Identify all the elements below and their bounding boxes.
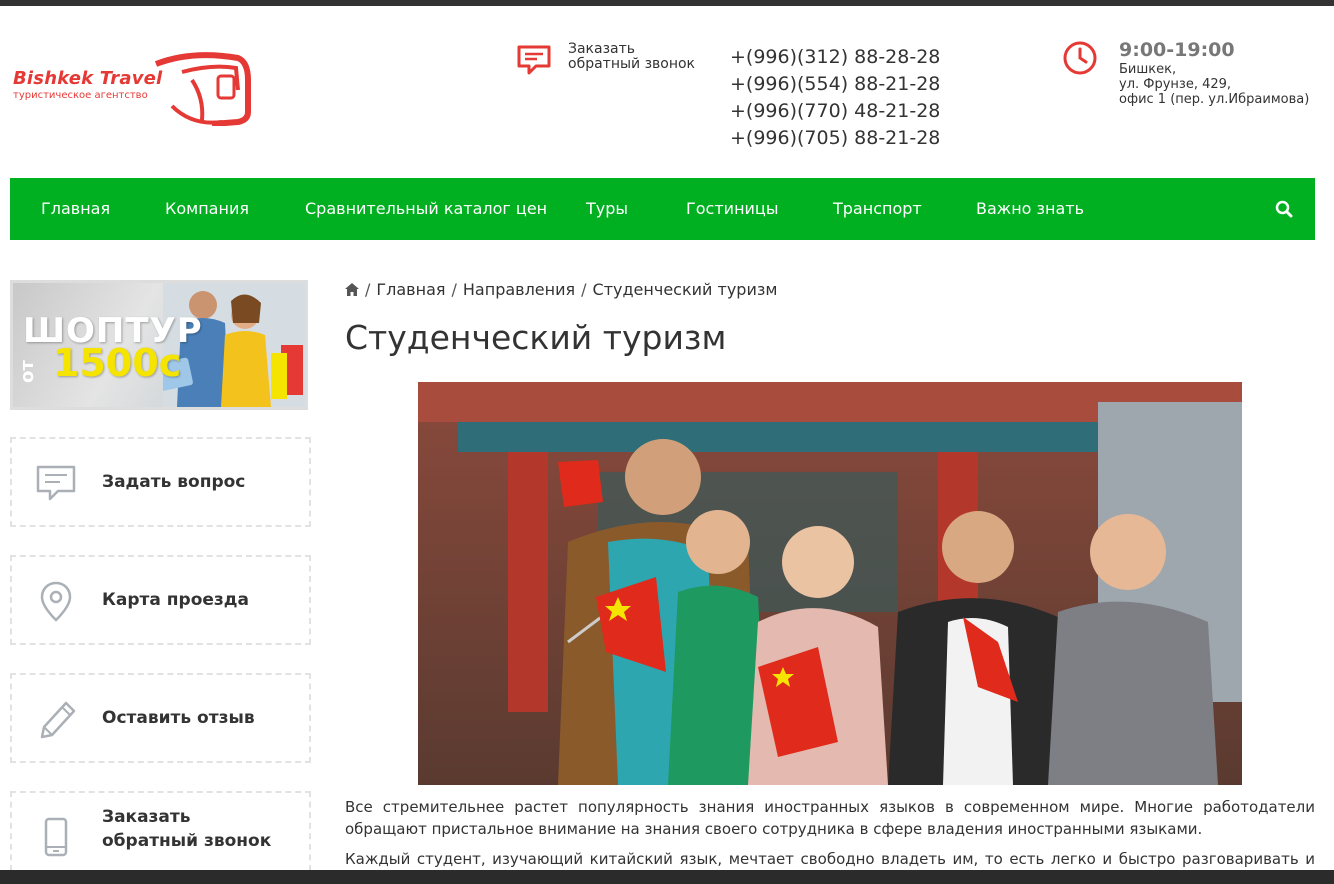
working-hours: 9:00-19:00 Бишкек, ул. Фрунзе, 429, офис… [1119,38,1329,107]
body-paragraph: Каждый студент, изучающий китайский язык… [345,850,1315,868]
shoptour-promo-banner[interactable]: ШОПТУР от 1500с [10,280,308,410]
nav-item-home[interactable]: Главная [41,178,110,240]
promo-price: 1500с [53,341,182,385]
students-china-photo [418,382,1242,785]
nav-item-company[interactable]: Компания [165,178,249,240]
bus-logo-icon [154,52,251,126]
header-callback-label: Заказать обратный звонок [568,41,696,72]
site-logo[interactable]: Bishkek Travel туристическое агентство [10,48,251,128]
breadcrumb-item-directions[interactable]: Направления [463,280,575,299]
address-line: Бишкек, [1119,62,1177,77]
leave-review-label: Оставить отзыв [102,708,255,728]
nav-item-tours[interactable]: Туры [586,178,628,240]
hours-time: 9:00-19:00 [1119,39,1235,61]
breadcrumb: / Главная / Направления / Студенческий т… [345,280,777,299]
phone-number[interactable]: +(996)(312) 88-28-28 [730,44,940,71]
chat-icon [517,45,551,75]
phone-list: +(996)(312) 88-28-28 +(996)(554) 88-21-2… [730,44,940,152]
logo-subtitle: туристическое агентство [13,90,148,101]
directions-map-label: Карта проезда [102,590,249,610]
request-callback-button[interactable]: Заказать обратный звонок [10,791,311,871]
nav-item-important[interactable]: Важно знать [976,178,1084,240]
promo-from: от [17,360,38,383]
nav-item-hotels[interactable]: Гостиницы [686,178,778,240]
clock-icon [1063,41,1097,75]
top-border [0,0,1334,6]
phone-icon [44,817,68,857]
directions-map-button[interactable]: Карта проезда [10,555,311,645]
phone-number[interactable]: +(996)(770) 48-21-28 [730,98,940,125]
request-callback-label: Заказать обратный звонок [102,807,272,851]
leave-review-button[interactable]: Оставить отзыв [10,673,311,763]
address-line: ул. Фрунзе, 429, [1119,77,1232,92]
pencil-icon [40,701,76,739]
ask-question-label: Задать вопрос [102,472,246,492]
phone-number[interactable]: +(996)(554) 88-21-28 [730,71,940,98]
breadcrumb-item-home[interactable]: Главная [376,280,445,299]
nav-item-transport[interactable]: Транспорт [833,178,922,240]
phone-number[interactable]: +(996)(705) 88-21-28 [730,125,940,152]
map-pin-icon [40,581,72,622]
search-icon[interactable] [1275,200,1293,218]
ask-question-button[interactable]: Задать вопрос [10,437,311,527]
home-icon[interactable] [345,283,359,296]
breadcrumb-item-current: Студенческий туризм [592,280,778,299]
chat-icon [36,465,76,501]
nav-item-price-catalog[interactable]: Сравнительный каталог цен [305,178,547,240]
intro-paragraph: Все стремительнее растет популярность зн… [345,798,1315,838]
main-nav: Главная Компания Сравнительный каталог ц… [10,178,1315,240]
bottom-toolbar [0,870,1334,884]
address-line: офис 1 (пер. ул.Ибраимова) [1119,92,1310,107]
page-title: Студенческий туризм [345,318,727,357]
logo-title: Bishkek Travel [13,68,163,89]
